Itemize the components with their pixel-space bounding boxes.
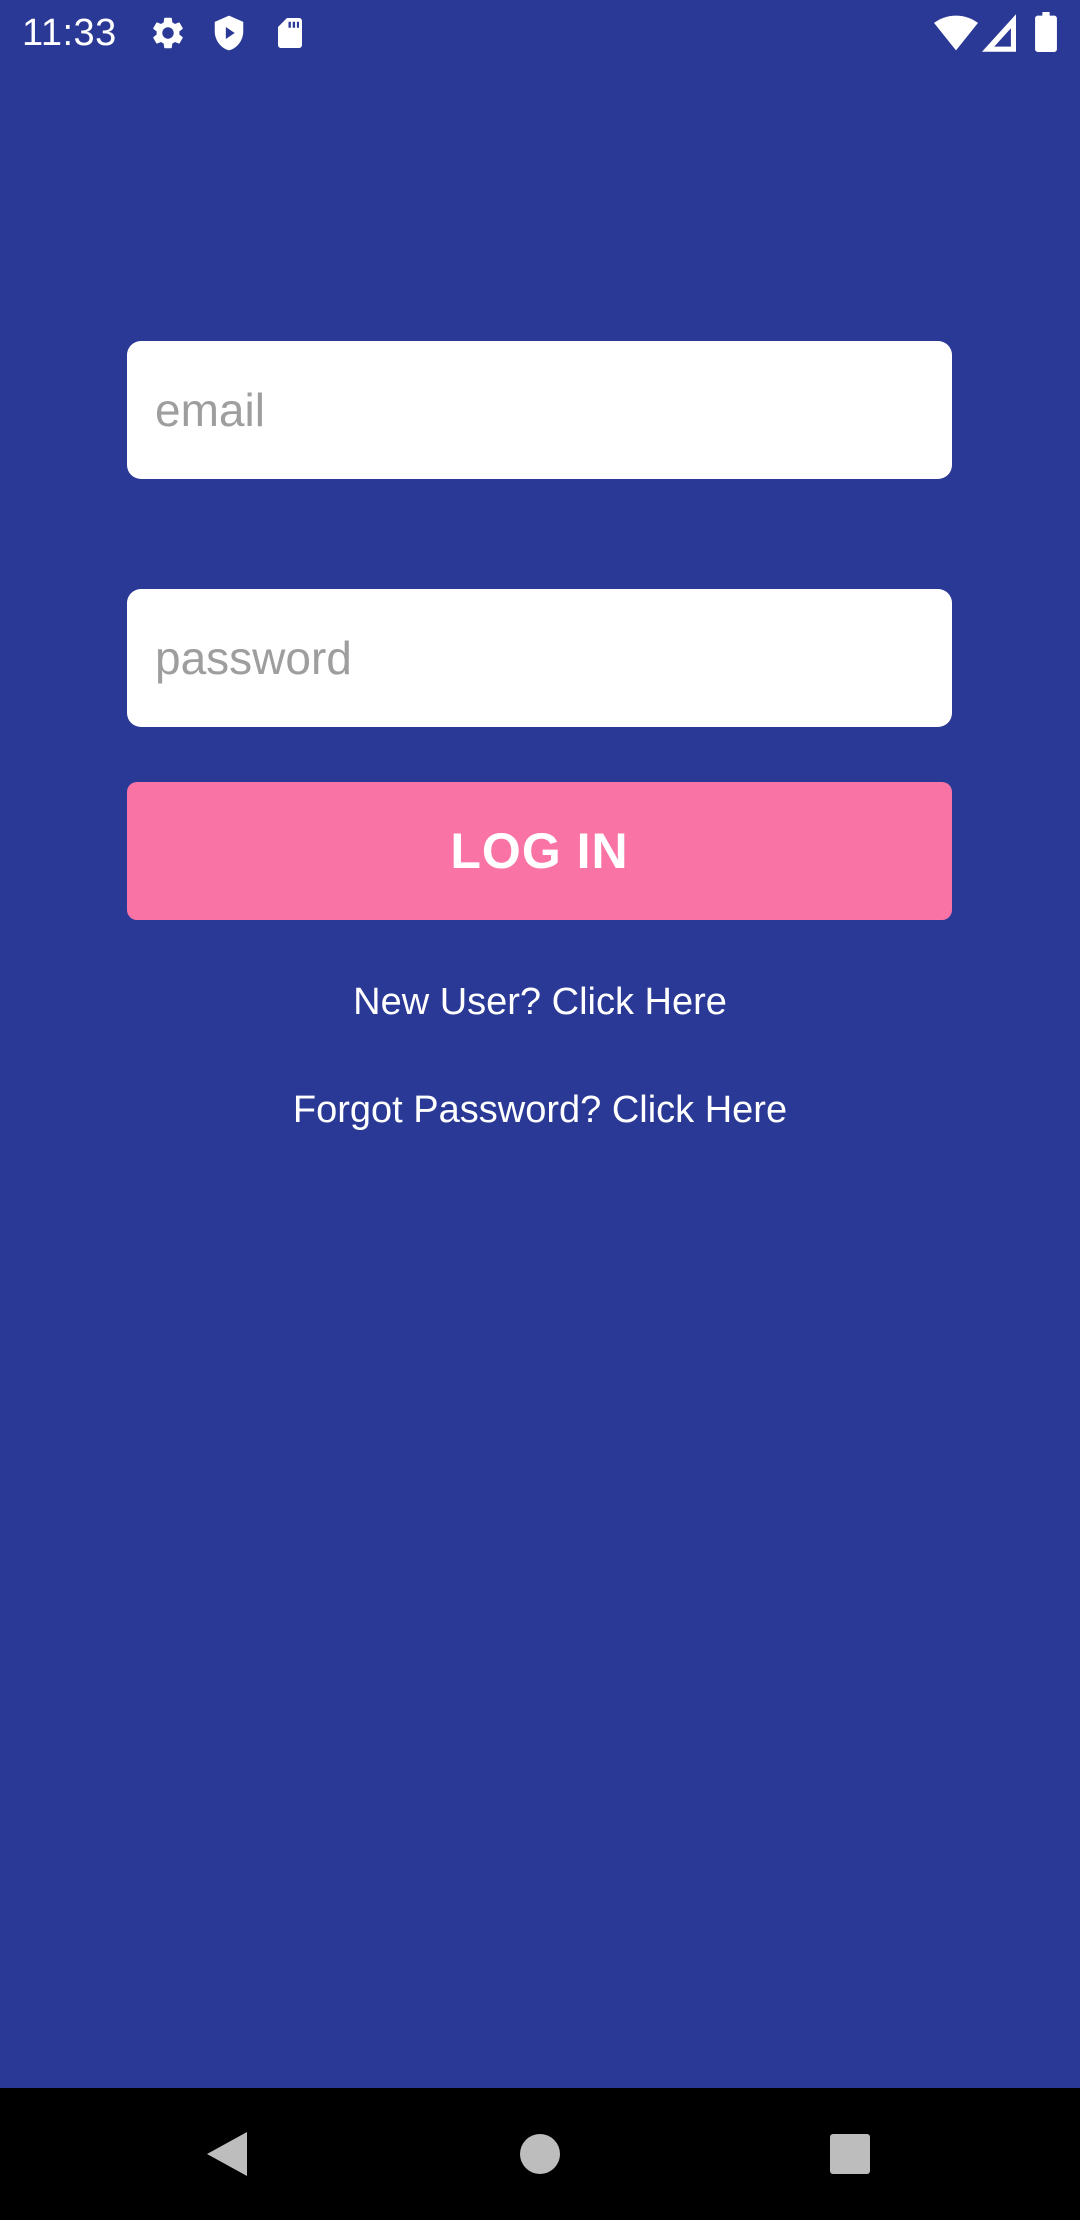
back-button[interactable] [127, 2088, 327, 2220]
login-form: LOG IN New User? Click Here Forgot Passw… [0, 0, 1080, 2088]
new-user-link[interactable]: New User? Click Here [0, 979, 1080, 1025]
back-icon [207, 2132, 247, 2176]
home-button[interactable] [440, 2088, 640, 2220]
recents-button[interactable] [750, 2088, 950, 2220]
navigation-bar [0, 2088, 1080, 2220]
home-icon [520, 2134, 560, 2174]
email-input[interactable] [127, 341, 952, 479]
login-button[interactable]: LOG IN [127, 782, 952, 920]
forgot-password-link[interactable]: Forgot Password? Click Here [0, 1087, 1080, 1133]
password-input[interactable] [127, 589, 952, 727]
recents-icon [830, 2134, 870, 2174]
